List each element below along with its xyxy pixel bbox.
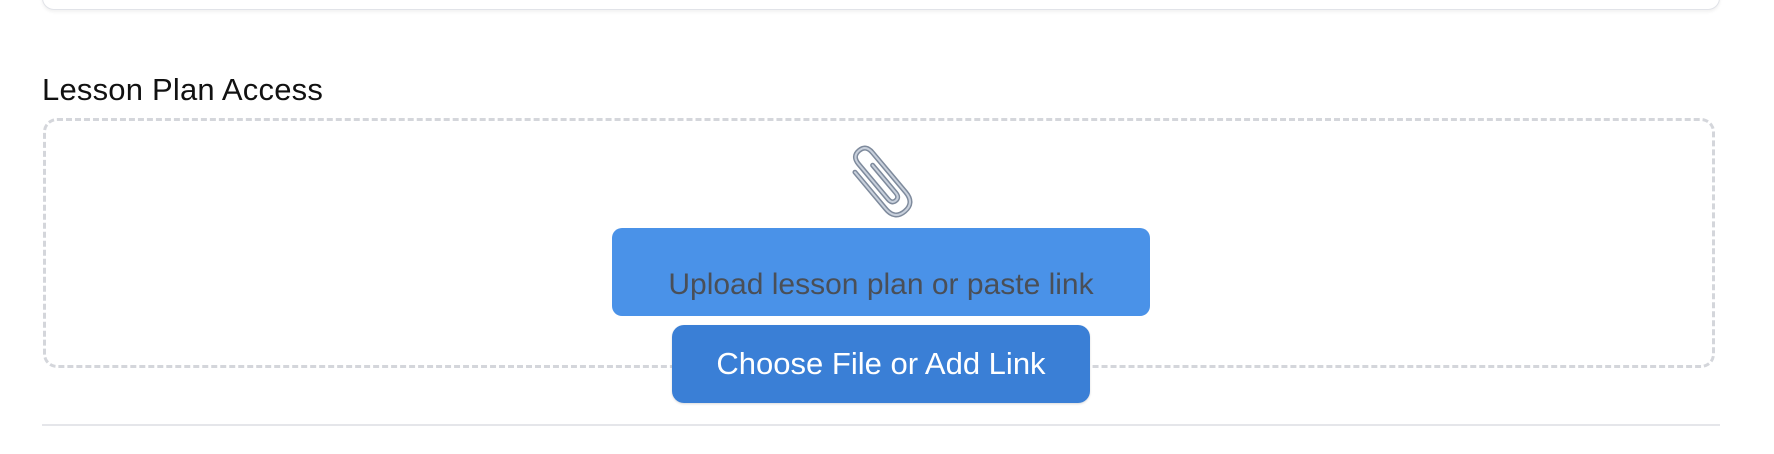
section-label: Lesson Plan Access: [42, 72, 324, 107]
previous-card: [42, 0, 1720, 10]
page: Lesson Plan Access Upload lesson plan or…: [0, 0, 1774, 454]
upload-prompt: Upload lesson plan or paste link: [612, 228, 1150, 316]
choose-file-button[interactable]: Choose File or Add Link: [672, 325, 1090, 403]
paperclip-icon: [838, 140, 924, 226]
section-divider: [42, 424, 1720, 426]
